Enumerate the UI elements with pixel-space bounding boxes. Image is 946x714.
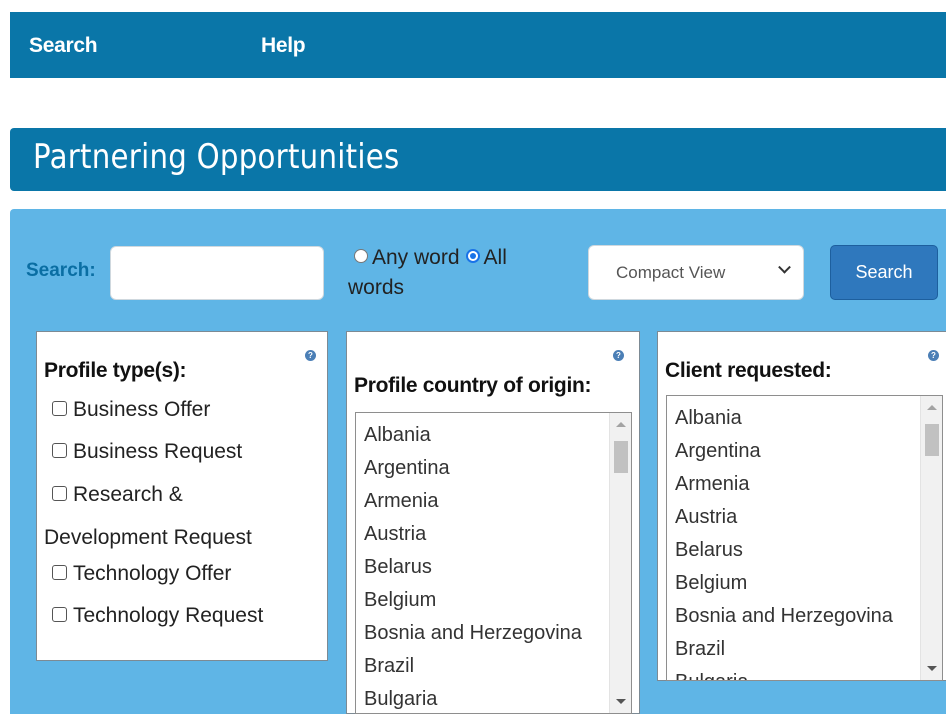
client-option[interactable]: Bosnia and Herzegovina bbox=[675, 601, 923, 634]
country-list: Albania Argentina Armenia Austria Belarus Bel… bbox=[364, 420, 612, 713]
profile-types-title: Profile type(s): bbox=[44, 359, 187, 382]
client-option[interactable]: Austria bbox=[675, 502, 923, 535]
checkbox-label: Business Request bbox=[73, 440, 243, 463]
scroll-down-icon[interactable] bbox=[616, 699, 626, 704]
nav-search-link[interactable]: Search bbox=[29, 34, 98, 58]
checkbox-icon[interactable] bbox=[52, 606, 67, 622]
country-of-origin-box: ? Profile country of origin: Albania Arge… bbox=[346, 331, 640, 714]
country-of-origin-title: Profile country of origin: bbox=[354, 374, 592, 397]
scrollbar[interactable] bbox=[609, 413, 631, 713]
checkbox-business-offer[interactable]: Business Offer bbox=[51, 398, 210, 422]
checkbox-technology-offer[interactable]: Technology Offer bbox=[51, 562, 231, 586]
scroll-up-icon[interactable] bbox=[927, 405, 937, 410]
checkbox-icon[interactable] bbox=[52, 564, 67, 580]
client-option[interactable]: Argentina bbox=[675, 436, 923, 469]
country-option[interactable]: Albania bbox=[364, 420, 612, 453]
any-word-label: Any word bbox=[372, 246, 460, 269]
country-option[interactable]: Belarus bbox=[364, 552, 612, 585]
search-label: Search: bbox=[26, 260, 96, 281]
checkbox-research-development[interactable]: Research & bbox=[51, 483, 183, 507]
checkbox-icon[interactable] bbox=[52, 442, 67, 458]
profile-types-box: ? Profile type(s): Business Offer Busine… bbox=[36, 331, 328, 661]
top-nav-bar: Search Help bbox=[10, 12, 946, 78]
client-option[interactable]: Armenia bbox=[675, 469, 923, 502]
client-option[interactable]: Bulgaria bbox=[675, 667, 923, 680]
help-icon[interactable]: ? bbox=[928, 350, 939, 361]
help-icon[interactable]: ? bbox=[305, 350, 316, 361]
checkbox-icon[interactable] bbox=[52, 485, 67, 501]
view-mode-select[interactable]: Compact View bbox=[588, 245, 804, 300]
checkbox-icon[interactable] bbox=[52, 400, 67, 416]
client-requested-listbox[interactable]: Albania Argentina Armenia Austria Belarus Bel… bbox=[666, 395, 943, 681]
client-requested-title: Client requested: bbox=[665, 359, 832, 382]
scroll-up-icon[interactable] bbox=[616, 422, 626, 427]
checkbox-label-continued: Development Request bbox=[44, 526, 252, 549]
page-title-bar: Partnering Opportunities bbox=[10, 128, 946, 191]
all-words-radio[interactable] bbox=[465, 249, 480, 264]
page-title: Partnering Opportunities bbox=[33, 137, 400, 177]
search-panel: Search: Any word All words Compact View Se… bbox=[10, 209, 946, 714]
any-word-radio[interactable] bbox=[354, 249, 368, 264]
client-requested-box: ? Client requested: Albania Argentina Arme… bbox=[657, 331, 946, 681]
checkbox-label: Research & bbox=[73, 483, 183, 506]
checkbox-label: Technology Offer bbox=[73, 562, 232, 585]
nav-help-link[interactable]: Help bbox=[261, 34, 306, 58]
view-mode-value: Compact View bbox=[616, 263, 726, 282]
country-option[interactable]: Bosnia and Herzegovina bbox=[364, 618, 612, 651]
country-option[interactable]: Armenia bbox=[364, 486, 612, 519]
scroll-thumb[interactable] bbox=[614, 441, 628, 473]
scrollbar[interactable] bbox=[920, 396, 942, 680]
country-option[interactable]: Bulgaria bbox=[364, 684, 612, 713]
client-list: Albania Argentina Armenia Austria Belarus Bel… bbox=[675, 403, 923, 680]
scroll-thumb[interactable] bbox=[925, 424, 939, 456]
client-option[interactable]: Belgium bbox=[675, 568, 923, 601]
checkbox-label: Technology Request bbox=[73, 604, 264, 627]
checkbox-business-request[interactable]: Business Request bbox=[51, 440, 242, 464]
client-option[interactable]: Belarus bbox=[675, 535, 923, 568]
checkbox-label: Business Offer bbox=[73, 398, 211, 421]
help-icon[interactable]: ? bbox=[613, 350, 624, 361]
checkbox-technology-request[interactable]: Technology Request bbox=[51, 604, 263, 628]
match-mode-group: Any word All words bbox=[348, 243, 578, 303]
country-option[interactable]: Belgium bbox=[364, 585, 612, 618]
search-input[interactable] bbox=[110, 246, 324, 300]
chevron-down-icon bbox=[778, 260, 791, 274]
country-option[interactable]: Brazil bbox=[364, 651, 612, 684]
scroll-down-icon[interactable] bbox=[927, 666, 937, 671]
country-option[interactable]: Argentina bbox=[364, 453, 612, 486]
client-option[interactable]: Albania bbox=[675, 403, 923, 436]
client-option[interactable]: Brazil bbox=[675, 634, 923, 667]
search-button[interactable]: Search bbox=[830, 245, 938, 300]
country-option[interactable]: Austria bbox=[364, 519, 612, 552]
country-of-origin-listbox[interactable]: Albania Argentina Armenia Austria Belarus Bel… bbox=[355, 412, 632, 714]
